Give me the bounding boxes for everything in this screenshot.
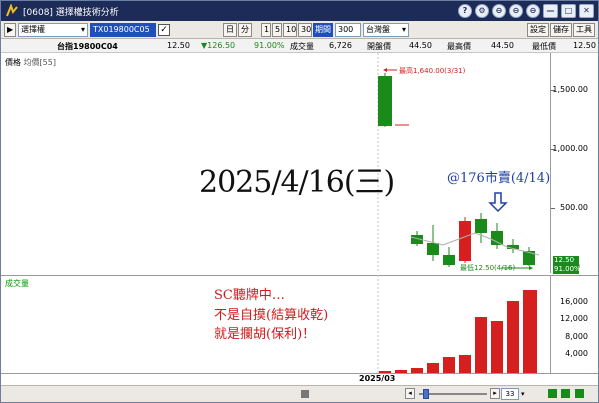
period-input-value: 300 xyxy=(338,24,354,34)
settings-button[interactable]: ⚙ xyxy=(475,4,489,18)
period-label: 期間 xyxy=(313,22,333,37)
current-price-pct: 91.00% xyxy=(554,265,581,273)
interval-day[interactable]: 日 xyxy=(223,22,237,37)
zoom-slider-track[interactable] xyxy=(419,393,487,395)
tools-button[interactable]: 工具 xyxy=(573,22,595,37)
vol-axis-16000: 16,000 xyxy=(560,297,588,306)
chevron-down-icon: ▾ xyxy=(80,24,85,34)
vol-axis-4000: 4,000 xyxy=(565,349,588,358)
message-line-2: 不是自摸(結算收乾) xyxy=(214,308,329,323)
zoom-input[interactable]: 33 xyxy=(501,388,519,400)
chevron-down-icon[interactable]: ▾ xyxy=(521,390,527,398)
candle xyxy=(459,221,471,261)
quote-low: 12.50 xyxy=(573,41,596,50)
quote-pct: 91.00% xyxy=(254,41,285,50)
app-window: [0608] 選擇權技術分析 ? ⚙ ⊖ ⊖ ⊖ — □ ✕ ▶ 選擇權 ▾ T… xyxy=(0,0,599,403)
date-axis-label: 2025/03 xyxy=(359,374,396,383)
help-button[interactable]: ? xyxy=(458,4,472,18)
interval-5[interactable]: 5 xyxy=(272,22,282,37)
maximize-button[interactable]: □ xyxy=(561,4,576,18)
quote-price: 12.50 xyxy=(167,41,190,50)
interval-minute[interactable]: 分 xyxy=(238,22,252,37)
quote-volume: 6,726 xyxy=(329,41,352,50)
quote-change: ▼126.50 xyxy=(201,41,236,50)
sell-note-annotation: @176市賣(4/14) xyxy=(447,171,551,186)
low-arrow-head-icon xyxy=(529,266,533,270)
interval-10[interactable]: 10 xyxy=(283,22,297,37)
axis-label-1500: 1,500.00 xyxy=(552,85,588,94)
current-price-value: 12.50 xyxy=(554,256,575,264)
open-label: 開盤價 xyxy=(367,42,391,51)
quote-row: 台指19800C04 12.50 ▼126.50 91.00% 成交量 6,72… xyxy=(1,39,598,53)
candle xyxy=(427,243,439,255)
candle xyxy=(443,255,455,265)
menu-select-label: 選擇權 xyxy=(21,24,45,34)
big-date-annotation: 2025/4/16(三) xyxy=(199,165,395,200)
link-button-1[interactable]: ⊖ xyxy=(492,4,506,18)
quote-high: 44.50 xyxy=(491,41,514,50)
toolbar: ▶ 選擇權 ▾ TX019800C05 ✓ 日 分 1 5 10 30 期間 3… xyxy=(1,21,598,39)
close-button[interactable]: ✕ xyxy=(579,4,594,18)
period-input[interactable]: 300 xyxy=(335,22,361,37)
play-icon[interactable]: ▶ xyxy=(4,22,16,37)
date-axis xyxy=(1,373,598,385)
low-label: 最低價 xyxy=(532,42,556,51)
high-note: 最高1,640.00(3/31) xyxy=(399,67,466,75)
zoom-in-button[interactable]: ▸ xyxy=(490,388,500,399)
vol-axis-8000: 8,000 xyxy=(565,332,588,341)
title-bar: [0608] 選擇權技術分析 ? ⚙ ⊖ ⊖ ⊖ — □ ✕ xyxy=(1,1,598,21)
interval-30[interactable]: 30 xyxy=(298,22,312,37)
symbol-select-value: TX019800C05 xyxy=(93,24,150,34)
current-price-badge: 12.50 91.00% xyxy=(553,256,581,274)
zoom-slider-thumb[interactable] xyxy=(423,389,429,399)
app-logo-icon xyxy=(3,2,21,20)
axis-label-500: 500.00 xyxy=(560,203,588,212)
candle xyxy=(491,231,503,245)
scroll-left-icon[interactable] xyxy=(301,390,309,398)
green-indicator-icon[interactable] xyxy=(575,389,584,398)
volume-bar xyxy=(475,317,487,373)
green-indicator-icon[interactable] xyxy=(548,389,557,398)
axis-label-1000: 1,000.00 xyxy=(552,144,588,153)
high-arrow-head-icon xyxy=(383,68,387,72)
volume-bar xyxy=(443,357,455,373)
link-button-2[interactable]: ⊖ xyxy=(509,4,523,18)
volume-bar xyxy=(427,363,439,373)
exchange-select-value: 台灣盤 xyxy=(366,24,390,34)
quote-name: 台指19800C04 xyxy=(57,42,118,51)
candle xyxy=(475,219,487,233)
volume-bar xyxy=(507,301,519,373)
quote-open: 44.50 xyxy=(409,41,432,50)
setup-button[interactable]: 設定 xyxy=(527,22,549,37)
zoom-out-button[interactable]: ◂ xyxy=(405,388,415,399)
volume-axis: 16,000 12,000 8,000 4,000 xyxy=(550,275,598,373)
chevron-down-icon: ▾ xyxy=(401,24,406,34)
candle-0331 xyxy=(378,76,392,126)
vol-axis-12000: 12,000 xyxy=(560,314,588,323)
checkbox[interactable]: ✓ xyxy=(158,23,170,36)
volume-bar xyxy=(523,290,537,373)
high-label: 最高價 xyxy=(447,42,471,51)
volume-bar xyxy=(491,321,503,373)
link-button-3[interactable]: ⊖ xyxy=(526,4,540,18)
interval-1[interactable]: 1 xyxy=(261,22,271,37)
volume-bar xyxy=(459,355,471,373)
minimize-button[interactable]: — xyxy=(543,4,558,18)
bottom-bar: ◂ ▸ 33 ▾ xyxy=(1,385,598,402)
low-note: 最低12.50(4/16) xyxy=(460,264,516,272)
window-title: [0608] 選擇權技術分析 xyxy=(23,7,119,18)
menu-select[interactable]: 選擇權 ▾ xyxy=(18,22,88,37)
sell-arrow-icon xyxy=(488,192,508,213)
price-axis: 1,500.00 1,000.00 500.00 0 xyxy=(550,53,598,273)
volume-label: 成交量 xyxy=(290,42,314,51)
save-button[interactable]: 儲存 xyxy=(550,22,572,37)
green-indicator-icon[interactable] xyxy=(561,389,570,398)
message-line-3: 就是攔胡(保利)！ xyxy=(214,327,316,342)
exchange-select[interactable]: 台灣盤 ▾ xyxy=(363,22,409,37)
symbol-select[interactable]: TX019800C05 xyxy=(90,22,156,37)
axis-tick xyxy=(551,208,555,209)
message-line-1: SC聽牌中… xyxy=(214,288,285,303)
